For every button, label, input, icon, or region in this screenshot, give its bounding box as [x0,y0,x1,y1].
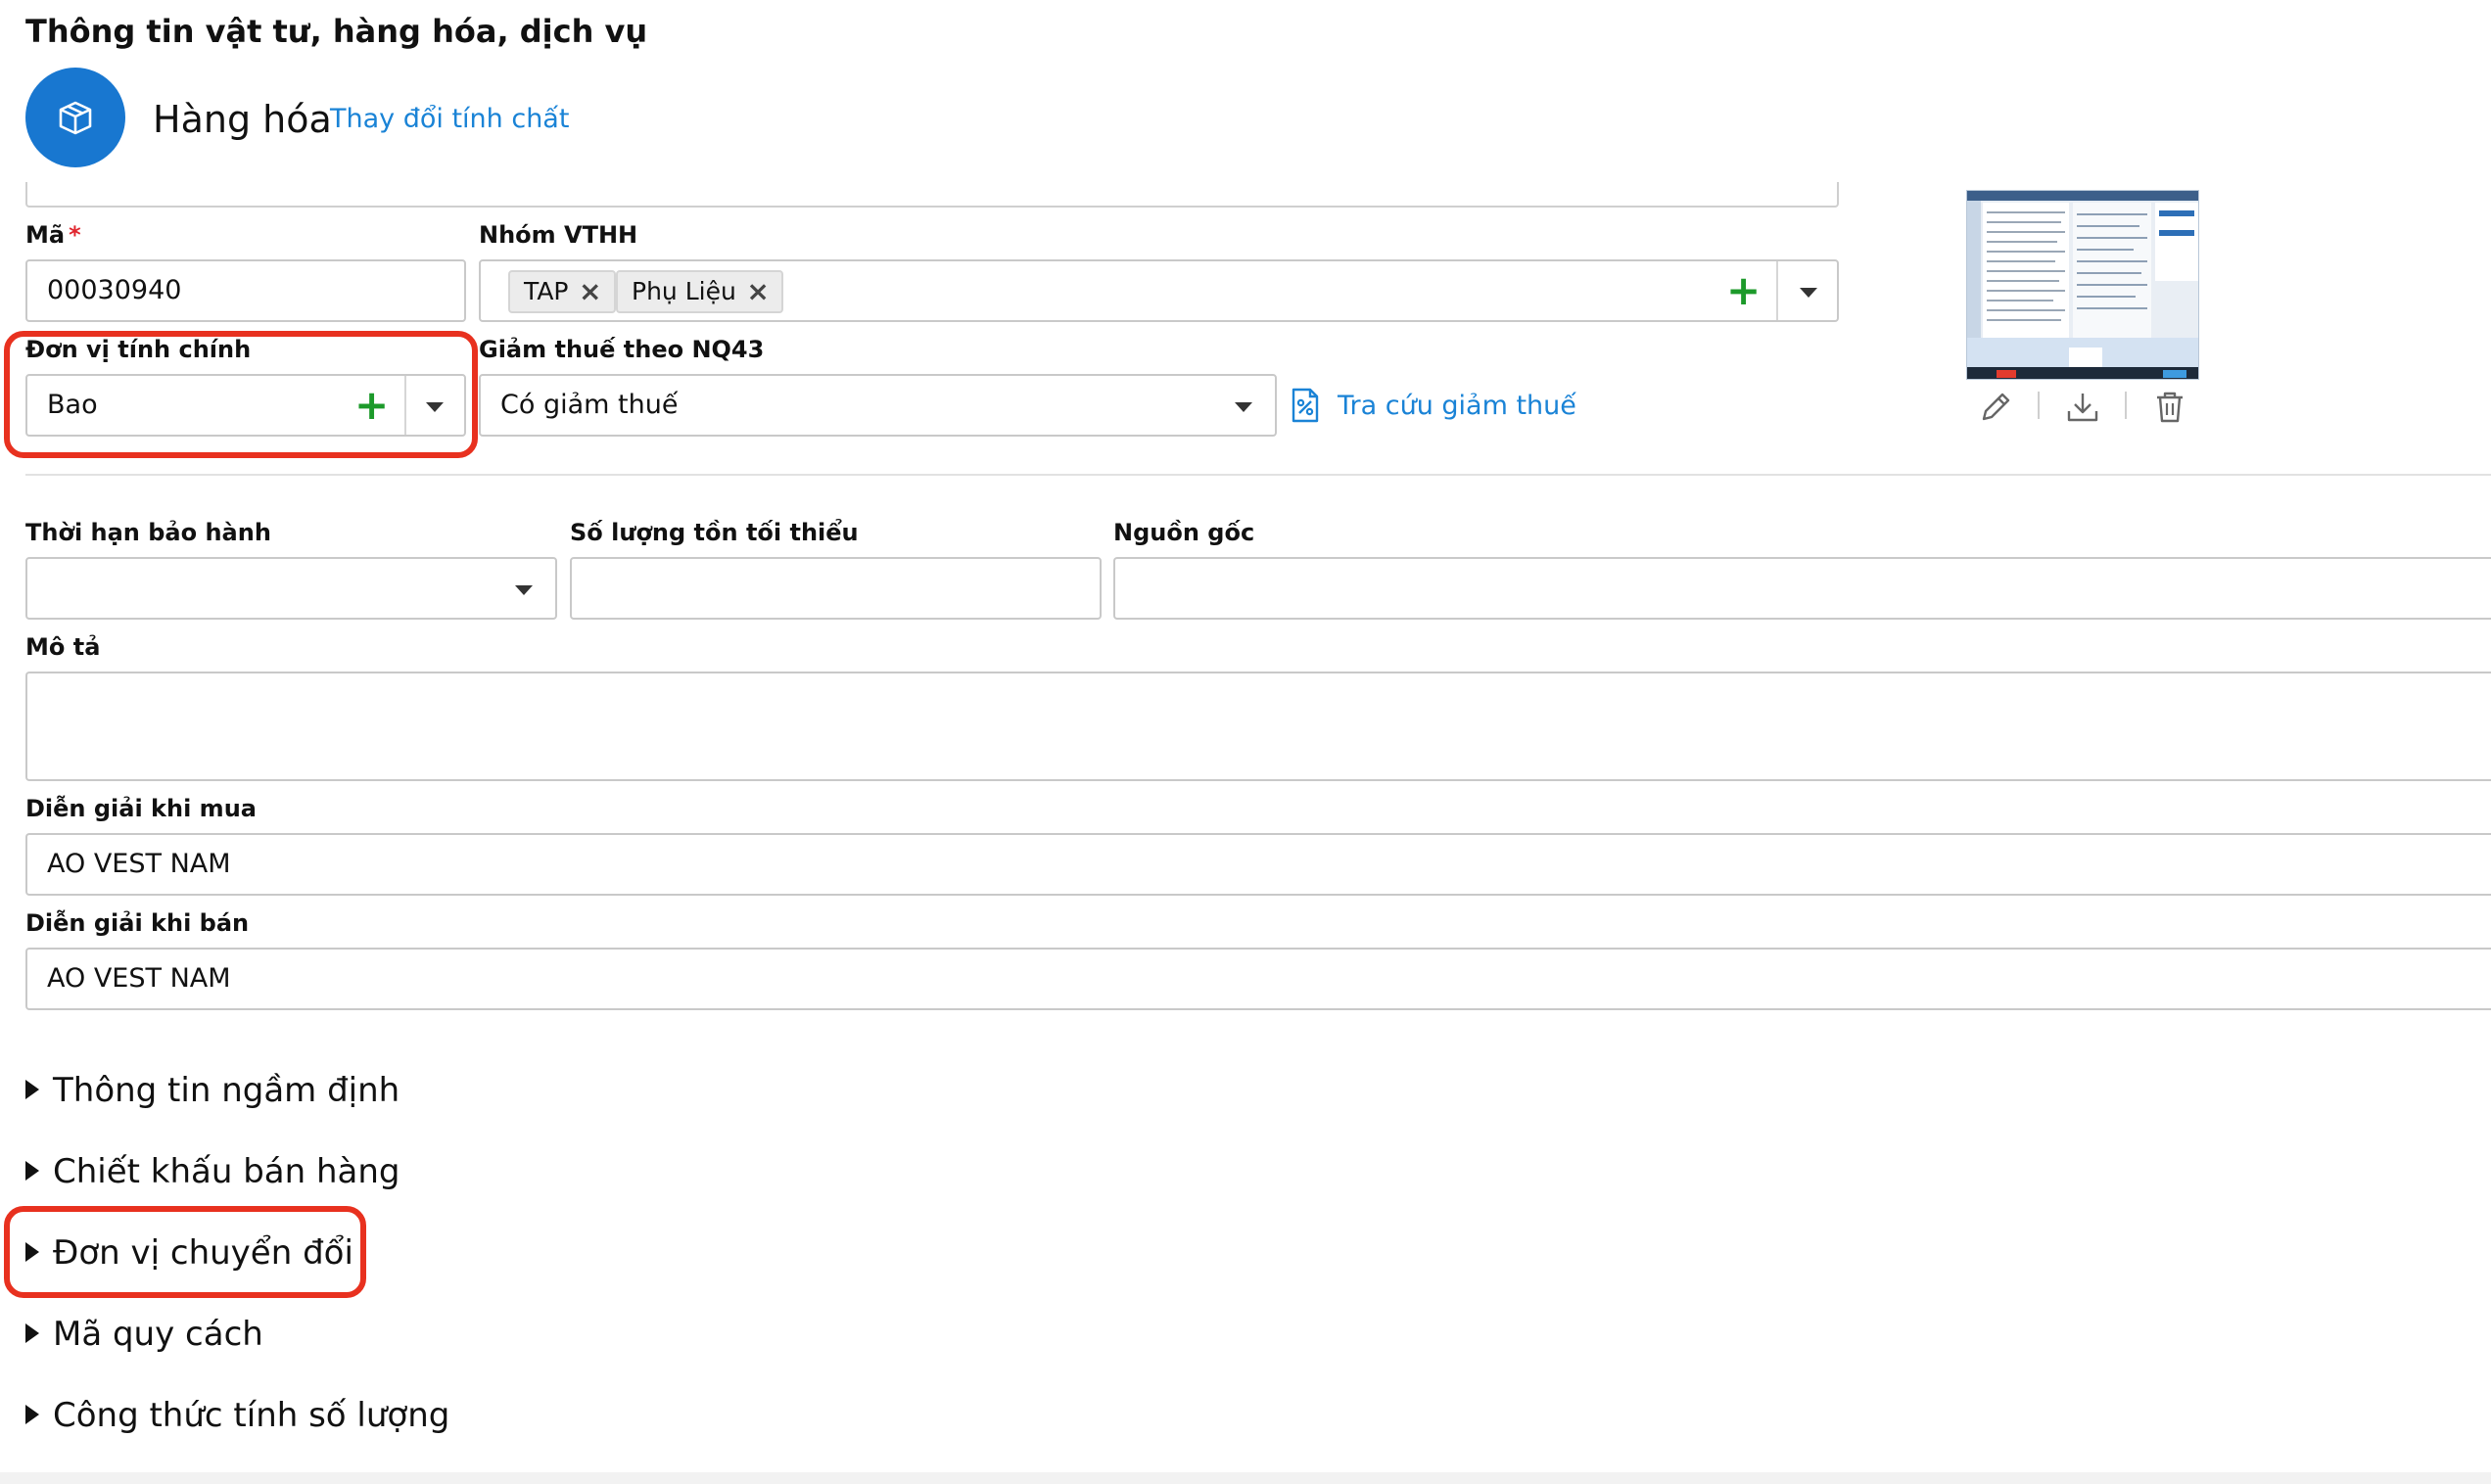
divider [1776,261,1778,320]
item-image [1966,190,2199,380]
tax-reduction-value: Có giảm thuế [500,390,679,420]
chevron-down-icon[interactable] [1235,402,1252,412]
description-textarea[interactable] [25,672,2491,781]
description-label: Mô tả [25,633,101,661]
divider [2125,392,2127,419]
section-label: Mã quy cách [53,1315,263,1354]
min-stock-input[interactable] [570,557,1102,620]
sale-desc-value: AO VEST NAM [47,963,231,994]
caret-right-icon [25,1405,39,1424]
item-type-name: Hàng hóa [153,98,332,141]
sale-desc-label: Diễn giải khi bán [25,909,250,937]
download-icon[interactable] [2063,388,2102,427]
tax-reduction-label: Giảm thuế theo NQ43 [479,336,765,363]
section-label: Công thức tính số lượng [53,1396,450,1435]
add-group-icon[interactable]: + [1726,270,1761,311]
section-divider [25,474,2491,476]
group-select[interactable]: TAP × Phụ Liệu × + [479,259,1839,322]
tax-lookup-icon[interactable] [1291,388,1320,423]
name-field-cutoff[interactable] [25,182,1839,208]
page-title: Thông tin vật tư, hàng hóa, dịch vụ [25,13,648,50]
section-default-info[interactable]: Thông tin ngầm định [25,1071,400,1110]
trash-icon[interactable] [2150,388,2189,427]
caret-right-icon [25,1080,39,1099]
section-spec-code[interactable]: Mã quy cách [25,1315,388,1354]
tax-lookup-link[interactable]: Tra cứu giảm thuế [1338,389,1576,424]
purchase-desc-value: AO VEST NAM [47,849,231,879]
item-type-icon [25,68,125,167]
warranty-label: Thời hạn bảo hành [25,519,271,546]
group-tag-label: Phụ Liệu [632,277,736,305]
remove-tag-icon[interactable]: × [746,272,769,311]
remove-tag-icon[interactable]: × [579,272,601,311]
section-quantity-formula[interactable]: Công thức tính số lượng [25,1396,449,1435]
section-label: Chiết khấu bán hàng [53,1152,400,1191]
group-tag-label: TAP [524,277,569,305]
sale-desc-input[interactable]: AO VEST NAM [25,948,2491,1010]
code-label: Mã * [25,221,81,249]
origin-input[interactable] [1113,557,2491,620]
group-label: Nhóm VTHH [479,221,638,249]
chevron-down-icon[interactable] [1800,288,1817,298]
warranty-select[interactable] [25,557,557,620]
change-type-link[interactable]: Thay đổi tính chất [330,102,569,137]
code-input[interactable]: 00030940 [25,259,466,322]
section-label: Thông tin ngầm định [53,1071,400,1110]
code-value: 00030940 [47,275,182,305]
origin-label: Nguồn gốc [1113,519,1255,546]
section-sales-discount[interactable]: Chiết khấu bán hàng [25,1152,400,1191]
footer-strip [0,1472,2491,1484]
divider [2038,392,2040,419]
group-tag: TAP × [508,270,616,313]
highlight-unit [4,331,478,458]
purchase-desc-input[interactable]: AO VEST NAM [25,833,2491,896]
chevron-down-icon[interactable] [515,585,533,595]
caret-right-icon [25,1323,39,1343]
pencil-icon[interactable] [1976,388,2015,427]
min-stock-label: Số lượng tồn tối thiểu [570,519,859,546]
highlight-unit-conversion [4,1206,366,1298]
box-icon [59,101,92,135]
tax-reduction-select[interactable]: Có giảm thuế [479,374,1277,437]
caret-right-icon [25,1161,39,1181]
required-mark: * [69,221,81,249]
group-tag: Phụ Liệu × [616,270,783,313]
purchase-desc-label: Diễn giải khi mua [25,795,257,822]
